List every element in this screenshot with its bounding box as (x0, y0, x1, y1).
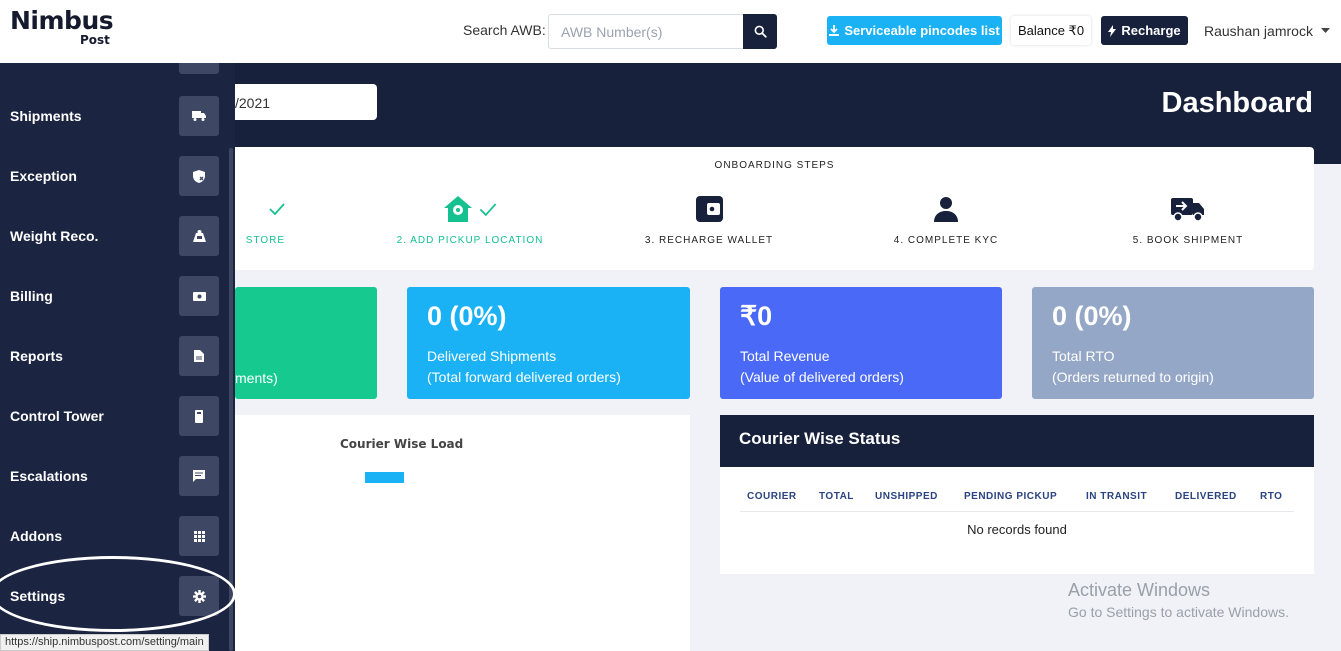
courier-status-table-header: COURIER TOTAL UNSHIPPED PENDING PICKUP I… (740, 486, 1294, 512)
logo-text: Nimbus (10, 6, 114, 35)
device-icon (179, 396, 219, 436)
sidebar-item-reports[interactable]: Reports (0, 336, 230, 376)
sidebar-item-label: Shipments (10, 108, 82, 124)
sidebar-item-shipments[interactable]: Shipments (0, 96, 230, 136)
column-header: PENDING PICKUP (964, 491, 1058, 502)
step-complete-kyc[interactable]: 4. COMPLETE KYC (866, 191, 1026, 246)
sidebar-item-billing[interactable]: Billing (0, 276, 230, 316)
courier-load-card: Courier Wise Load (235, 415, 690, 651)
page-title: Dashboard (1161, 87, 1313, 119)
empty-state-text: No records found (967, 522, 1067, 537)
onboarding-card: ONBOARDING STEPS STORE 2. ADD PICKUP LOC… (235, 147, 1314, 270)
column-header: DELIVERED (1175, 491, 1237, 502)
sidebar-item-partial-icon (179, 63, 219, 74)
sidebar-item-escalations[interactable]: Escalations (0, 456, 230, 496)
stat-label: Total RTO (1052, 348, 1115, 364)
step-label: 4. COMPLETE KYC (893, 235, 999, 246)
sidebar-scrollbar[interactable] (229, 148, 233, 651)
user-icon (934, 197, 958, 222)
truck-arrow-icon (1171, 198, 1204, 222)
nimbuspost-logo[interactable]: Nimbus Post (10, 6, 120, 47)
sidebar-item-label: Escalations (10, 468, 88, 484)
chart-legend-swatch (365, 472, 404, 483)
stat-card-delivered-shipments: 0 (0%) Delivered Shipments (Total forwar… (407, 287, 690, 399)
stat-value: ₹0 (740, 301, 773, 331)
sidebar-item-label: Addons (10, 528, 63, 544)
grid-icon (179, 516, 219, 556)
awb-search-input[interactable] (548, 14, 744, 49)
watermark-title: Activate Windows (1068, 580, 1211, 600)
stat-card-total-rto: 0 (0%) Total RTO (Orders returned to ori… (1032, 287, 1314, 399)
balance-badge: Balance ₹0 (1011, 16, 1091, 45)
search-awb-label: Search AWB: (463, 22, 546, 38)
stat-label (235, 347, 357, 368)
date-range-input[interactable]: /2021 (235, 84, 377, 120)
sidebar-item-addons[interactable]: Addons (0, 516, 230, 556)
browser-status-url: https://ship.nimbuspost.com/setting/main (0, 634, 209, 651)
step-add-pickup-location[interactable]: 2. ADD PICKUP LOCATION (385, 191, 555, 246)
stat-card-total-revenue: ₹0 Total Revenue (Value of delivered ord… (720, 287, 1002, 399)
stat-sublabel: (Value of delivered orders) (740, 369, 904, 385)
sidebar-item-label: Weight Reco. (10, 228, 99, 244)
user-menu[interactable]: Raushan jamrock (1204, 23, 1330, 39)
column-header: UNSHIPPED (875, 491, 938, 502)
sidebar-item-weight-reco[interactable]: Weight Reco. (0, 216, 230, 256)
money-icon (179, 276, 219, 316)
sidebar-item-label: Exception (10, 168, 77, 184)
serviceable-pincodes-button[interactable]: Serviceable pincodes list (827, 16, 1002, 45)
stat-value (235, 301, 357, 333)
bolt-icon (1108, 24, 1117, 37)
activate-windows-watermark: Activate Windows Go to Settings to activ… (1068, 580, 1289, 620)
sidebar-item-label: Control Tower (10, 408, 104, 424)
stat-sublabel: (Orders returned to origin) (1052, 369, 1214, 385)
truck-icon (179, 96, 219, 136)
document-icon (179, 336, 219, 376)
sidebar-item-label: Billing (10, 288, 53, 304)
top-header: Nimbus Post Search AWB: Serviceable pinc… (0, 0, 1341, 63)
check-icon (479, 203, 497, 216)
house-pin-icon (444, 196, 472, 222)
stat-card-total-shipments: ments) (235, 287, 377, 399)
courier-load-title: Courier Wise Load (340, 437, 464, 451)
step-book-shipment[interactable]: 5. BOOK SHIPMENT (1108, 191, 1268, 246)
step-label: 5. BOOK SHIPMENT (1132, 235, 1244, 246)
sidebar-item-control-tower[interactable]: Control Tower (0, 396, 230, 436)
column-header: COURIER (747, 491, 797, 502)
chat-icon (179, 456, 219, 496)
stat-value: 0 (0%) (1052, 301, 1132, 331)
settings-highlight-annotation (0, 556, 236, 632)
stat-sublabel: (Total forward delivered orders) (427, 369, 621, 385)
wallet-icon (695, 196, 723, 222)
recharge-label: Recharge (1121, 23, 1181, 38)
courier-status-title: Courier Wise Status (720, 415, 1314, 467)
sidebar-item-exception[interactable]: Exception (0, 156, 230, 196)
column-header: IN TRANSIT (1086, 491, 1148, 502)
logo-subtext: Post (80, 33, 110, 47)
download-icon (829, 25, 840, 36)
courier-status-card: Courier Wise Status COURIER TOTAL UNSHIP… (720, 415, 1314, 574)
stat-sublabel: ments) (235, 370, 278, 386)
scale-icon (179, 216, 219, 256)
step-recharge-wallet[interactable]: 3. RECHARGE WALLET (629, 191, 789, 246)
user-name: Raushan jamrock (1204, 23, 1313, 39)
shield-x-icon (179, 156, 219, 196)
column-header: RTO (1260, 491, 1283, 502)
stat-label: Total Revenue (740, 348, 830, 364)
column-header: TOTAL (819, 491, 854, 502)
stat-value: 0 (0%) (427, 301, 507, 331)
pincodes-label: Serviceable pincodes list (844, 23, 1000, 38)
step-label: 3. RECHARGE WALLET (644, 235, 774, 246)
recharge-button[interactable]: Recharge (1101, 16, 1188, 45)
watermark-subtitle: Go to Settings to activate Windows. (1068, 604, 1289, 620)
search-icon (754, 25, 767, 38)
sidebar-item-label: Reports (10, 348, 63, 364)
search-button[interactable] (743, 14, 777, 49)
step-label: 2. ADD PICKUP LOCATION (396, 235, 544, 246)
onboarding-title: ONBOARDING STEPS (714, 160, 835, 171)
check-icon (269, 203, 285, 215)
stat-label: Delivered Shipments (427, 348, 557, 364)
caret-down-icon (1320, 28, 1330, 33)
